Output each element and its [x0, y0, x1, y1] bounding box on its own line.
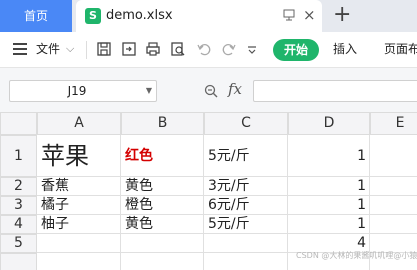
cell-b4[interactable]: 黄色	[121, 215, 204, 234]
print-preview-icon[interactable]	[170, 41, 186, 57]
cell-a5[interactable]	[37, 234, 121, 253]
undo-icon[interactable]	[196, 41, 212, 57]
cell-b5[interactable]	[121, 234, 204, 253]
cell-a6[interactable]	[37, 253, 121, 270]
formula-bar: J19 ▼ fx	[0, 68, 417, 116]
cell-b6[interactable]	[121, 253, 204, 270]
row-header-5[interactable]: 5	[0, 234, 37, 253]
file-tab[interactable]: S demo.xlsx ×	[76, 0, 322, 32]
tab-bar: 首页 S demo.xlsx × +	[0, 0, 417, 32]
row-header-1[interactable]: 1	[0, 135, 37, 177]
cell-e4[interactable]	[370, 215, 417, 234]
redo-icon[interactable]	[221, 41, 237, 57]
zoom-search-icon[interactable]	[204, 84, 218, 98]
hamburger-menu-icon[interactable]	[13, 43, 27, 55]
cell-e3[interactable]	[370, 196, 417, 215]
spreadsheet-file-icon: S	[85, 8, 101, 24]
cell-b1[interactable]: 红色	[121, 135, 204, 177]
cell-c6[interactable]	[204, 253, 288, 270]
print-icon[interactable]	[145, 41, 161, 57]
close-tab-icon[interactable]: ×	[303, 6, 316, 24]
row-header-2[interactable]: 2	[0, 177, 37, 196]
export-icon[interactable]	[121, 41, 137, 57]
select-all-corner[interactable]	[0, 112, 37, 135]
column-header-b[interactable]: B	[121, 112, 204, 135]
cell-b2[interactable]: 黄色	[121, 177, 204, 196]
column-header-c[interactable]: C	[204, 112, 288, 135]
main-toolbar: 文件 ⌵ 开始 插入 页面布	[0, 32, 417, 68]
name-box-value: J19	[67, 84, 87, 98]
cell-d1[interactable]: 1	[288, 135, 370, 177]
cell-b3[interactable]: 橙色	[121, 196, 204, 215]
name-box[interactable]: J19 ▼	[9, 80, 157, 102]
file-menu[interactable]: 文件	[36, 32, 60, 66]
watermark-text: CSDN @大林的果酱叽叽哩@小猿	[296, 251, 417, 260]
cell-c3[interactable]: 6元/斤	[204, 196, 288, 215]
insert-tab[interactable]: 插入	[333, 32, 357, 66]
cell-a3[interactable]: 橘子	[37, 196, 121, 215]
cell-e2[interactable]	[370, 177, 417, 196]
chevron-down-icon[interactable]: ⌵	[66, 32, 74, 66]
toolbar-divider	[86, 41, 87, 59]
cell-c4[interactable]: 5元/斤	[204, 215, 288, 234]
column-header-a[interactable]: A	[37, 112, 121, 135]
row-header-4[interactable]: 4	[0, 215, 37, 234]
cell-c2[interactable]: 3元/斤	[204, 177, 288, 196]
cell-e1[interactable]	[370, 135, 417, 177]
formula-input[interactable]	[253, 80, 417, 102]
cell-a2[interactable]: 香蕉	[37, 177, 121, 196]
spreadsheet-app-window: { "tabs": { "home": "首页", "file": "demo.…	[0, 0, 417, 270]
more-options-icon[interactable]	[247, 41, 257, 57]
home-tab[interactable]: 首页	[0, 0, 72, 32]
save-icon[interactable]	[96, 41, 112, 57]
cell-d3[interactable]: 1	[288, 196, 370, 215]
cell-c1[interactable]: 5元/斤	[204, 135, 288, 177]
page-layout-tab[interactable]: 页面布	[384, 32, 417, 66]
new-tab-button[interactable]: +	[333, 2, 351, 28]
cell-c5[interactable]	[204, 234, 288, 253]
cell-d2[interactable]: 1	[288, 177, 370, 196]
row-header-6[interactable]	[0, 253, 37, 270]
sheet-grid: A B C D E 1 2 3 4 5 苹果 红色 5元/斤 1 香蕉 黄色 3…	[0, 112, 417, 270]
cell-d4[interactable]: 1	[288, 215, 370, 234]
window-mode-icon[interactable]	[283, 9, 295, 21]
start-tab[interactable]: 开始	[273, 39, 319, 61]
column-header-d[interactable]: D	[288, 112, 370, 135]
function-icon[interactable]: fx	[228, 80, 242, 98]
cell-a4[interactable]: 柚子	[37, 215, 121, 234]
file-tab-label: demo.xlsx	[106, 8, 173, 23]
row-header-3[interactable]: 3	[0, 196, 37, 215]
name-box-dropdown-icon[interactable]: ▼	[146, 81, 152, 101]
column-header-e[interactable]: E	[370, 112, 417, 135]
cell-a1[interactable]: 苹果	[37, 135, 121, 177]
